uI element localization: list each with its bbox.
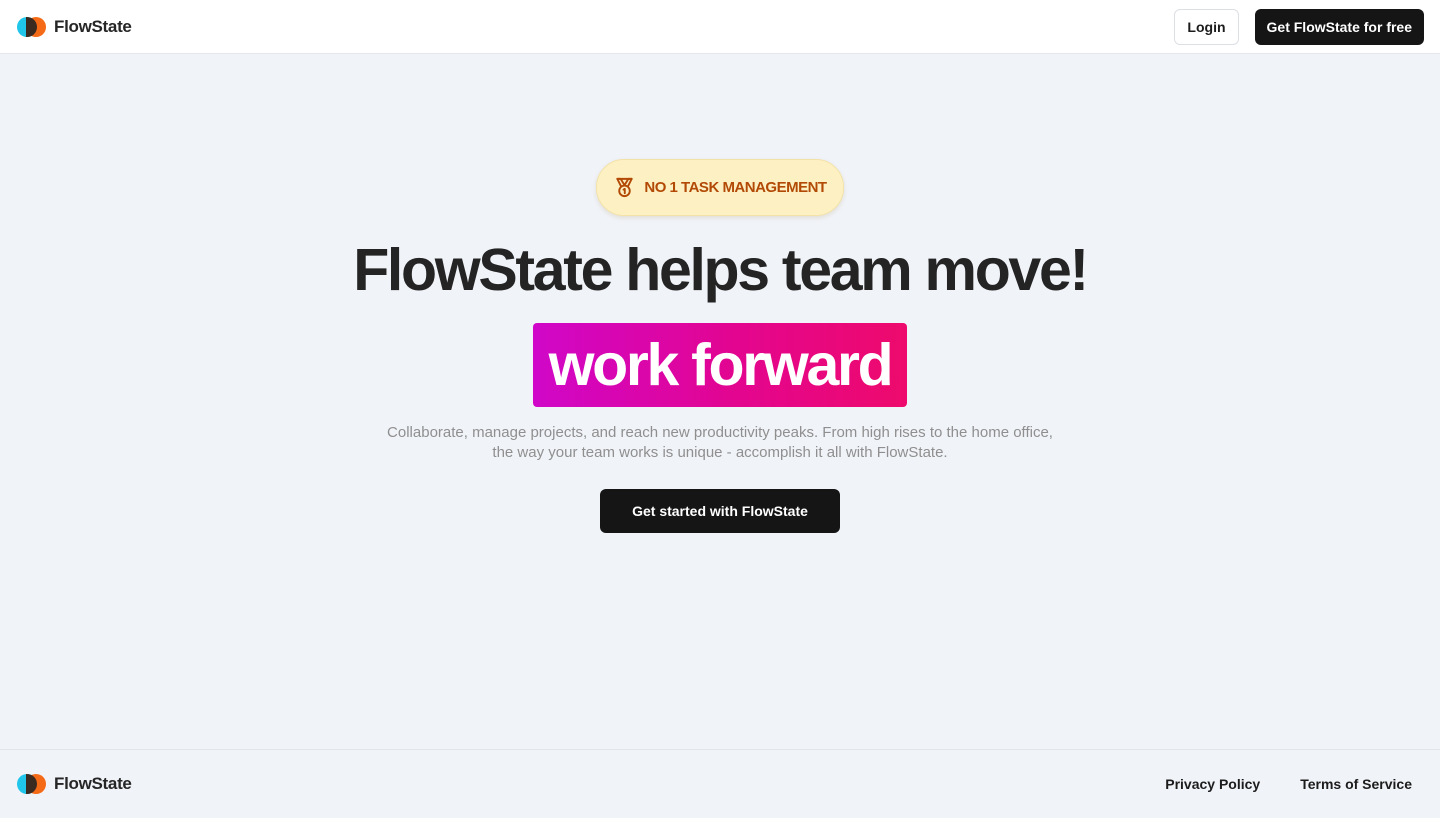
top-badge: NO 1 TASK MANAGEMENT [596, 159, 844, 216]
top-navbar: FlowState Login Get FlowState for free [0, 0, 1440, 54]
privacy-policy-link[interactable]: Privacy Policy [1165, 776, 1260, 792]
terms-of-service-link[interactable]: Terms of Service [1300, 776, 1412, 792]
footer: FlowState Privacy Policy Terms of Servic… [0, 749, 1440, 818]
footer-links: Privacy Policy Terms of Service [1165, 776, 1412, 792]
header-actions: Login Get FlowState for free [1174, 8, 1424, 45]
hero-section: NO 1 TASK MANAGEMENT FlowState helps tea… [0, 54, 1440, 749]
flowstate-logo-icon [17, 16, 46, 37]
footer-brand-logo-link[interactable]: FlowState [17, 774, 132, 794]
badge-label: NO 1 TASK MANAGEMENT [644, 179, 827, 196]
get-started-button[interactable]: Get started with FlowState [600, 489, 840, 533]
footer-brand-name: FlowState [54, 774, 132, 793]
medal-icon [613, 176, 636, 199]
flowstate-logo-icon [17, 774, 46, 794]
highlight-text: work forward [548, 332, 894, 398]
hero-description: Collaborate, manage projects, and reach … [387, 424, 1053, 461]
hero-headline: FlowState helps team move! [353, 237, 1089, 303]
brand-name: FlowState [54, 16, 132, 36]
brand-logo-link[interactable]: FlowState [17, 16, 132, 37]
login-button[interactable]: Login [1174, 8, 1239, 45]
get-flowstate-free-button[interactable]: Get FlowState for free [1254, 8, 1424, 45]
highlight-box: work forward [532, 323, 908, 407]
